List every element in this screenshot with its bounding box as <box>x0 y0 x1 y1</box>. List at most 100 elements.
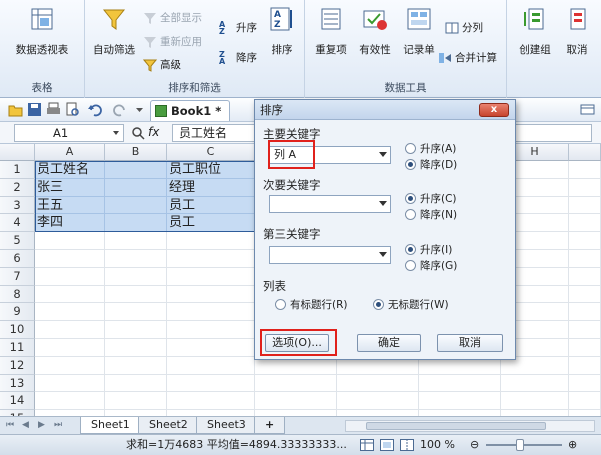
grid-cell[interactable] <box>105 356 167 375</box>
reapply-button[interactable]: 重新应用 <box>143 34 202 49</box>
pivot-table-button[interactable]: 数据透视表 <box>6 6 78 57</box>
text-to-columns-button[interactable]: 分列 <box>445 20 483 35</box>
record-form-button[interactable]: 记录单 <box>397 6 441 57</box>
grid-cell[interactable] <box>569 285 601 304</box>
window-layout-icon[interactable] <box>580 102 595 117</box>
scrollbar-thumb[interactable] <box>366 422 546 430</box>
normal-view-icon[interactable] <box>360 439 374 451</box>
row-header[interactable]: 9 <box>0 303 35 322</box>
grid-cell[interactable]: 经理 <box>167 178 255 197</box>
select-all-corner[interactable] <box>0 144 35 161</box>
first-sheet-icon[interactable]: ⏮ <box>6 420 14 430</box>
sort-ascending-button[interactable]: AZ 升序 <box>219 20 257 35</box>
consolidate-button[interactable]: 合并计算 <box>438 50 497 65</box>
zoom-in-icon[interactable]: ⊕ <box>568 435 577 455</box>
column-header[interactable]: A <box>35 144 105 161</box>
show-all-button[interactable]: 全部显示 <box>143 10 202 25</box>
workbook-tab[interactable]: Book1 * <box>150 100 231 121</box>
fx-icon[interactable]: fx <box>148 125 159 139</box>
grid-cell[interactable] <box>167 392 255 411</box>
row-header[interactable]: 13 <box>0 374 35 393</box>
grid-cell[interactable] <box>35 339 105 357</box>
zoom-out-icon[interactable]: ⊖ <box>470 435 479 455</box>
grid-cell[interactable] <box>35 321 105 339</box>
grid-cell[interactable] <box>167 250 255 268</box>
last-sheet-icon[interactable]: ⏭ <box>54 420 62 430</box>
grid-cell[interactable] <box>105 374 167 393</box>
cancel-button[interactable]: 取消 <box>437 334 503 352</box>
grid-cell[interactable] <box>167 267 255 286</box>
duplicates-button[interactable]: 重复项 <box>309 6 353 57</box>
sort-descending-button[interactable]: ZA 降序 <box>219 50 257 65</box>
grid-cell[interactable] <box>501 392 569 411</box>
column-header[interactable]: C <box>167 144 255 161</box>
save-icon[interactable] <box>27 102 42 117</box>
grid-cell[interactable] <box>337 374 419 393</box>
secondary-desc-radio[interactable]: 降序(N) <box>405 207 457 222</box>
undo-icon[interactable] <box>88 102 103 117</box>
grid-cell[interactable] <box>501 374 569 393</box>
grid-cell[interactable] <box>35 374 105 393</box>
sort-button[interactable]: AZ 排序 <box>265 6 299 57</box>
row-header[interactable]: 3 <box>0 196 35 215</box>
grid-cell[interactable] <box>569 392 601 411</box>
grid-cell[interactable] <box>35 356 105 375</box>
grid-cell[interactable] <box>105 339 167 357</box>
ungroup-button[interactable]: 取消 <box>557 6 597 57</box>
primary-key-select[interactable]: 列 A <box>269 146 391 164</box>
grid-cell[interactable] <box>569 196 601 215</box>
grid-cell[interactable]: 张三 <box>35 178 105 197</box>
grid-cell[interactable] <box>105 214 167 233</box>
with-header-radio[interactable]: 有标题行(R) <box>275 297 348 312</box>
page-layout-icon[interactable] <box>380 439 394 451</box>
grid-cell[interactable] <box>337 392 419 411</box>
grid-cell[interactable] <box>569 214 601 233</box>
grid-cell[interactable] <box>105 267 167 286</box>
grid-cell[interactable] <box>419 392 501 411</box>
grid-cell[interactable] <box>105 178 167 197</box>
next-sheet-icon[interactable]: ▶ <box>38 420 45 430</box>
close-icon[interactable]: x <box>479 103 509 117</box>
sheet-tab-3[interactable]: Sheet3 <box>196 417 257 434</box>
zoom-slider[interactable] <box>486 444 562 446</box>
name-box[interactable]: A1 <box>14 124 124 142</box>
sheet-tab-2[interactable]: Sheet2 <box>138 417 199 434</box>
add-sheet-button[interactable]: + <box>254 417 286 434</box>
grid-cell[interactable] <box>569 232 601 250</box>
grid-cell[interactable] <box>105 232 167 250</box>
options-button[interactable]: 选项(O)... <box>265 334 329 352</box>
column-header[interactable]: B <box>105 144 167 161</box>
secondary-key-select[interactable] <box>269 195 391 213</box>
grid-cell[interactable] <box>105 250 167 268</box>
prev-sheet-icon[interactable]: ◀ <box>22 420 29 430</box>
grid-cell[interactable] <box>105 196 167 215</box>
grid-cell[interactable] <box>569 339 601 357</box>
secondary-asc-radio[interactable]: 升序(C) <box>405 191 457 206</box>
zoom-slider-thumb[interactable] <box>516 439 524 451</box>
tertiary-desc-radio[interactable]: 降序(G) <box>405 258 457 273</box>
validation-button[interactable]: 有效性 <box>353 6 397 57</box>
grid-cell[interactable] <box>255 392 337 411</box>
row-header[interactable]: 10 <box>0 321 35 339</box>
grid-cell[interactable] <box>167 285 255 304</box>
print-preview-icon[interactable] <box>65 102 80 117</box>
row-header[interactable]: 7 <box>0 267 35 286</box>
grid-cell[interactable] <box>167 339 255 357</box>
grid-cell[interactable]: 员工 <box>167 214 255 233</box>
grid-cell[interactable]: 员工 <box>167 196 255 215</box>
primary-asc-radio[interactable]: 升序(A) <box>405 141 456 156</box>
grid-cell[interactable] <box>35 267 105 286</box>
grid-cell[interactable] <box>35 285 105 304</box>
row-header[interactable]: 12 <box>0 356 35 375</box>
create-group-button[interactable]: 创建组 <box>513 6 557 57</box>
grid-cell[interactable] <box>167 232 255 250</box>
grid-cell[interactable] <box>255 374 337 393</box>
name-box-dropdown-icon[interactable] <box>113 131 119 135</box>
tertiary-key-select[interactable] <box>269 246 391 264</box>
zoom-search-icon[interactable] <box>131 126 145 140</box>
grid-cell[interactable] <box>569 267 601 286</box>
row-header[interactable]: 4 <box>0 214 35 233</box>
grid-cell[interactable] <box>167 374 255 393</box>
row-header[interactable]: 8 <box>0 285 35 304</box>
grid-cell[interactable] <box>167 356 255 375</box>
